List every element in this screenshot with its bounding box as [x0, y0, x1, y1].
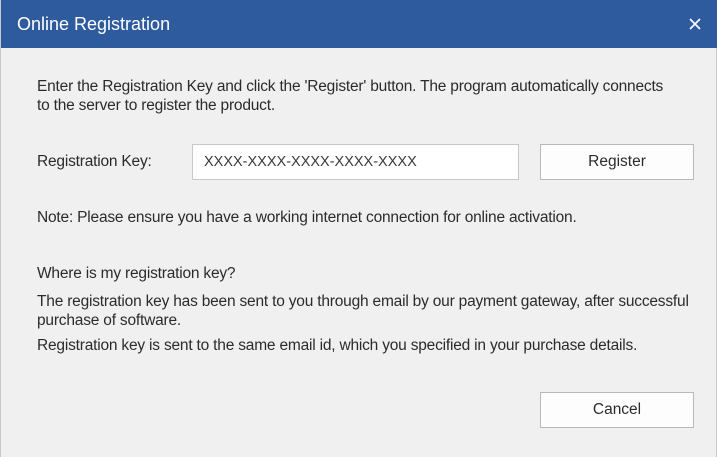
- same-email-info: Registration key is sent to the same ema…: [37, 337, 638, 354]
- connection-note: Note: Please ensure you have a working i…: [37, 209, 577, 226]
- close-icon: [689, 18, 701, 30]
- dialog-content: Enter the Registration Key and click the…: [1, 48, 717, 457]
- close-button[interactable]: [678, 8, 712, 40]
- cancel-button[interactable]: Cancel: [540, 392, 694, 428]
- registration-key-label: Registration Key:: [37, 153, 152, 170]
- registration-key-input[interactable]: [192, 144, 519, 180]
- intro-text: Enter the Registration Key and click the…: [37, 78, 664, 114]
- where-key-heading: Where is my registration key?: [37, 265, 236, 282]
- register-button[interactable]: Register: [540, 144, 694, 180]
- dialog-title: Online Registration: [17, 14, 171, 34]
- key-sent-info: The registration key has been sent to yo…: [37, 293, 689, 329]
- online-registration-dialog: Online Registration Enter the Registrati…: [0, 0, 717, 457]
- title-bar: Online Registration: [1, 0, 717, 48]
